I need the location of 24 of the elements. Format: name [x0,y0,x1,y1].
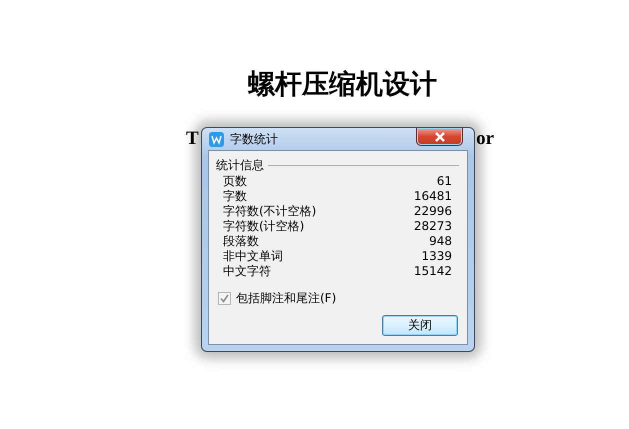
stat-label: 字符数(计空格) [223,219,304,234]
document-title: 螺杆压缩机设计 [248,68,437,101]
stat-label: 字符数(不计空格) [223,204,316,219]
stat-label: 字数 [223,189,247,204]
dialog-title: 字数统计 [230,130,279,148]
close-dialog-button[interactable]: 关闭 [382,315,458,336]
stat-value: 61 [436,174,452,189]
stat-value: 1339 [421,249,452,264]
close-button[interactable] [416,128,463,146]
subtitle-text: or [476,128,494,150]
stat-label: 中文字符 [223,264,271,279]
stat-label: 段落数 [223,234,259,249]
stat-label: 页数 [223,174,247,189]
checkbox-label: 包括脚注和尾注(F) [236,290,336,307]
subtitle-text: T [186,128,199,150]
stat-value: 948 [429,234,452,249]
close-icon [434,132,446,142]
stat-value: 28273 [414,219,452,234]
stat-value: 22996 [414,204,452,219]
stat-value: 15142 [414,264,452,279]
stat-value: 16481 [414,189,452,204]
stat-label: 非中文单词 [223,249,283,264]
group-label: 统计信息 [216,156,264,174]
app-icon [209,132,224,146]
